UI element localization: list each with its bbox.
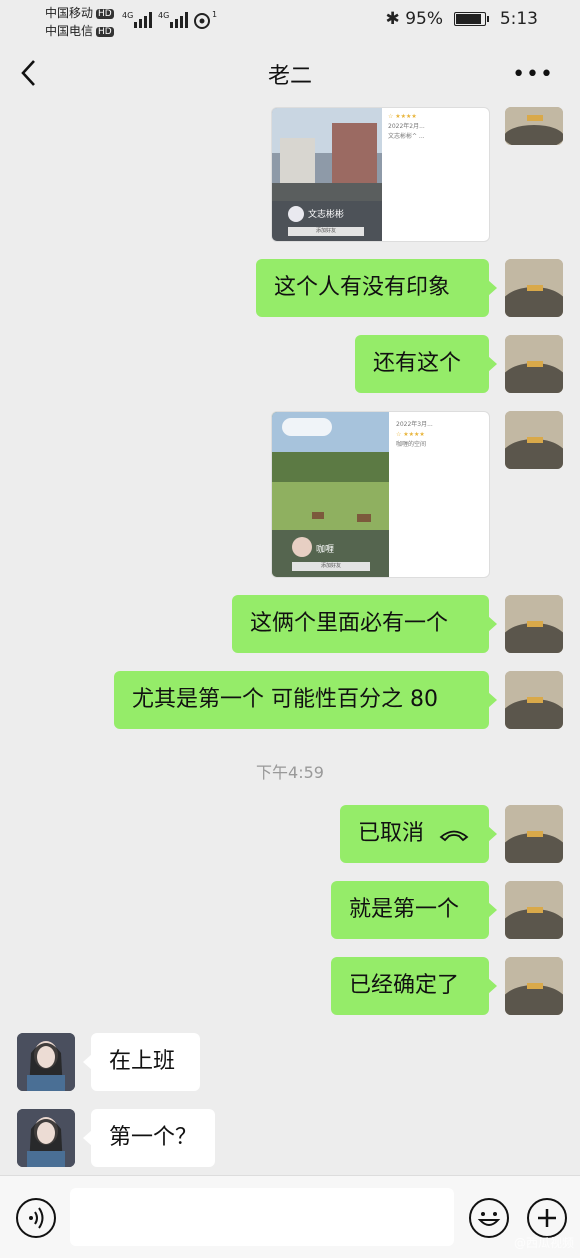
voice-icon[interactable] (16, 1198, 56, 1238)
card1-button: 添加好友 (288, 227, 364, 236)
watermark: @西瓜视频 (513, 1236, 574, 1250)
input-bar: @西瓜视频 (0, 1175, 580, 1258)
call-cancelled-text: 已取消 (358, 821, 425, 846)
my-avatar[interactable] (505, 671, 563, 729)
message-timestamp: 下午4:59 (256, 763, 324, 782)
phone-hangup-icon (439, 830, 469, 842)
message-bubble-4[interactable]: 尤其是第一个 可能性百分之 80 (114, 671, 497, 729)
clock: 5:13 (499, 9, 538, 29)
chat-title: 老二 (267, 64, 312, 89)
battery-text: 95% (405, 9, 443, 29)
my-avatar[interactable] (505, 259, 563, 317)
message-input[interactable] (70, 1188, 454, 1246)
message-bubble-6[interactable]: 就是第一个 (331, 881, 497, 939)
svg-text:4G: 4G (122, 11, 133, 20)
carrier-1: 中国移动 HD (45, 6, 114, 20)
svg-text:1: 1 (212, 10, 217, 19)
svg-text:4G: 4G (158, 11, 169, 20)
more-icon[interactable]: ••• (512, 62, 554, 87)
status-right: ✱ 95% 5:13 (386, 9, 538, 29)
contact-avatar[interactable] (17, 1109, 75, 1167)
received-bubble-2[interactable]: 第一个？ (83, 1109, 215, 1167)
card2-button: 添加好友 (292, 562, 370, 571)
message-bubble-3[interactable]: 这俩个里面必有一个 (232, 595, 497, 653)
contact-avatar[interactable] (17, 1033, 75, 1091)
call-cancelled-bubble[interactable]: 已取消 (340, 805, 497, 863)
my-avatar[interactable] (505, 595, 563, 653)
card1-line2: 文志彬彬^ ... (388, 133, 425, 140)
emoji-icon[interactable] (469, 1198, 509, 1238)
chat-header: 老二 ••• (0, 44, 580, 104)
card2-line1: 2022年3月... (396, 421, 433, 428)
my-avatar[interactable] (505, 957, 563, 1015)
my-avatar[interactable] (505, 107, 563, 145)
my-avatar[interactable] (505, 335, 563, 393)
bluetooth-icon: ✱ (385, 9, 400, 29)
message-bubble-1[interactable]: 这个人有没有印象 (256, 259, 497, 317)
message-bubble-7[interactable]: 已经确定了 (331, 957, 497, 1015)
my-avatar[interactable] (505, 805, 563, 863)
card2-line2: 咖喱的空间 (396, 441, 427, 448)
card2-name: 咖喱 (316, 545, 335, 555)
status-bar: 中国移动 HD 中国电信 HD 4G 4G 1 ✱ 95% 5:13 (0, 0, 580, 40)
my-avatar[interactable] (505, 411, 563, 469)
my-avatar[interactable] (505, 881, 563, 939)
shared-image-2[interactable]: 咖喱 添加好友 2022年3月... ☆ ★★★★ 咖喱的空间 (271, 411, 490, 578)
received-bubble-1[interactable]: 在上班 (83, 1033, 200, 1091)
signal-icon: 4G 4G 1 (122, 10, 217, 29)
card1-name: 文志彬彬 (308, 210, 345, 220)
add-icon[interactable] (527, 1198, 567, 1238)
card1-line1: 2022年2月... (388, 123, 425, 130)
battery-icon (454, 12, 490, 26)
message-bubble-2[interactable]: 还有这个 (355, 335, 497, 393)
carrier-2: 中国电信 HD (45, 24, 114, 38)
shared-image-1[interactable]: 文志彬彬 添加好友 ☆ ★★★★ 2022年2月... 文志彬彬^ ... (271, 107, 490, 242)
